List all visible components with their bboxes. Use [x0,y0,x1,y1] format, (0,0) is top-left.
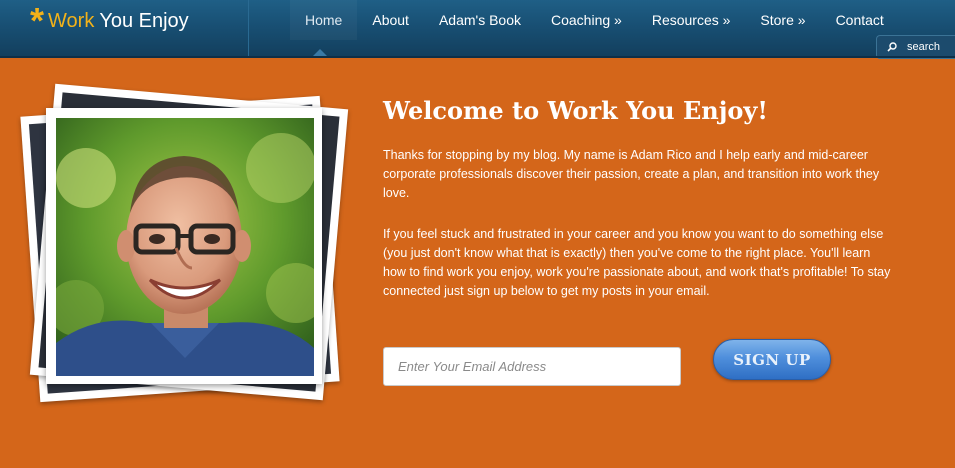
logo-text-rest: You Enjoy [99,9,189,32]
profile-photo [56,118,314,376]
search-label: search [907,41,941,53]
intro-paragraph: Thanks for stopping by my blog. My name … [383,148,880,200]
asterisk-logo-icon: * [30,0,45,41]
main-nav: Home About Adam's Book Coaching » Resour… [290,0,899,40]
pitch-paragraph: If you feel stuck and frustrated in your… [383,227,891,298]
sign-up-button[interactable]: SIGN UP [713,339,831,380]
profile-photo-frame [46,108,322,384]
active-nav-indicator [311,49,329,58]
magnifier-icon [887,42,897,52]
nav-contact[interactable]: Contact [821,0,899,40]
nav-about[interactable]: About [357,0,424,40]
site-header: * Work You Enjoy Home About Adam's Book … [0,0,955,59]
search-button[interactable]: search [876,35,955,59]
page-title: Welcome to Work You Enjoy! [383,96,768,125]
nav-home[interactable]: Home [290,0,358,40]
nav-store[interactable]: Store » [745,0,820,40]
nav-adams-book[interactable]: Adam's Book [424,0,536,40]
site-logo[interactable]: * Work You Enjoy [30,0,189,41]
logo-text-work: Work [48,9,95,32]
nav-coaching[interactable]: Coaching » [536,0,637,40]
nav-resources[interactable]: Resources » [637,0,746,40]
email-field[interactable] [383,347,681,386]
header-divider [248,0,249,58]
